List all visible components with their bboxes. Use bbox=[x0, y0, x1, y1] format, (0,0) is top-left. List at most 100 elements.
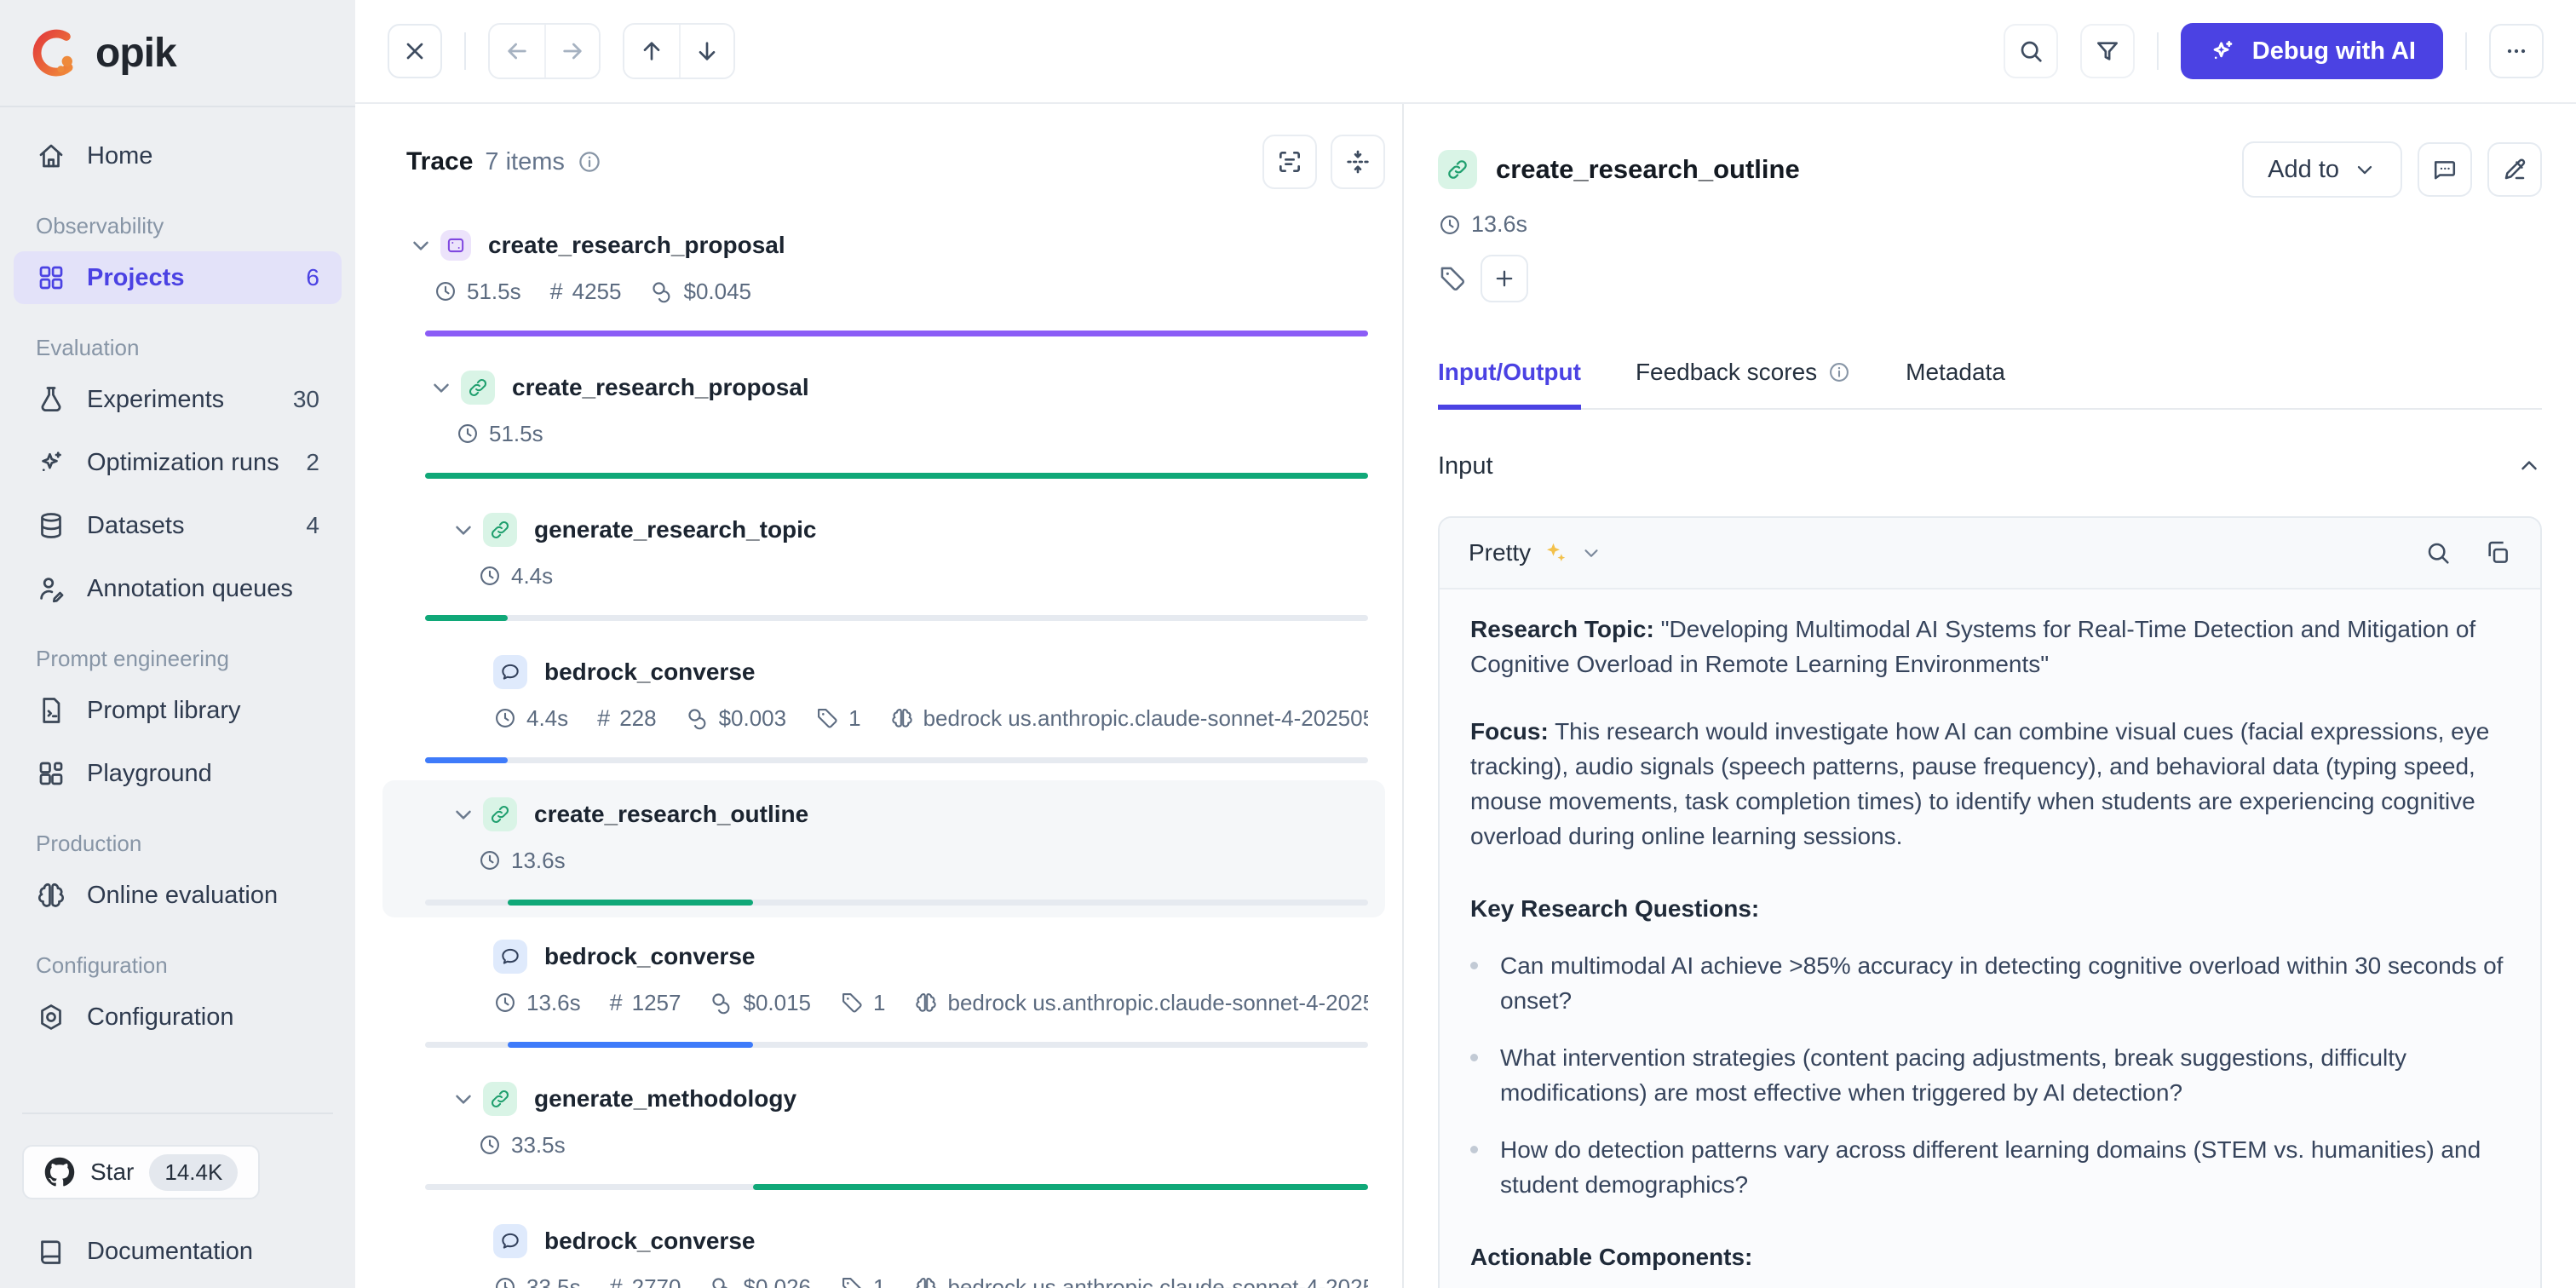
chevron-down-icon[interactable] bbox=[449, 800, 478, 829]
divider bbox=[22, 1113, 333, 1114]
span-title: create_research_outline bbox=[1496, 154, 1800, 185]
duration-chip: 51.5s bbox=[456, 421, 543, 447]
sidebar-item-playground[interactable]: Playground bbox=[14, 747, 342, 800]
hash-icon: # bbox=[597, 705, 610, 732]
tags-chip: 1 bbox=[840, 1274, 885, 1288]
clock-icon bbox=[478, 564, 502, 588]
llm-icon bbox=[493, 940, 527, 974]
expand-all-button[interactable] bbox=[1262, 135, 1317, 189]
sidebar-item-home[interactable]: Home bbox=[14, 129, 342, 182]
ellipsis-icon bbox=[2503, 37, 2530, 65]
tokens-chip: #4255 bbox=[550, 279, 622, 305]
clock-icon bbox=[478, 848, 502, 872]
add-to-button[interactable]: Add to bbox=[2242, 141, 2402, 198]
chevron-down-icon[interactable] bbox=[449, 515, 478, 544]
sidebar-item-prompt-library[interactable]: Prompt library bbox=[14, 684, 342, 737]
chevron-down-icon[interactable] bbox=[406, 231, 435, 260]
sidebar-item-online-evaluation[interactable]: Online evaluation bbox=[14, 869, 342, 922]
sidebar-item-projects[interactable]: Projects 6 bbox=[14, 251, 342, 304]
arrow-down-icon bbox=[693, 37, 721, 65]
app-logo[interactable]: opik bbox=[0, 0, 355, 107]
brain-icon bbox=[890, 706, 914, 730]
tag-icon bbox=[840, 991, 864, 1015]
tags-row bbox=[1438, 255, 2542, 302]
trace-tree-row[interactable]: generate_methodology 33.5s bbox=[382, 1065, 1385, 1202]
prev-span-button[interactable] bbox=[624, 25, 679, 78]
cost-chip: $0.003 bbox=[686, 705, 787, 732]
collapse-section-button[interactable] bbox=[2516, 453, 2542, 479]
trace-tree-row[interactable]: bedrock_converse 13.6s #1257 $0.015 1 be… bbox=[382, 923, 1385, 1060]
duration-track bbox=[425, 1184, 1368, 1190]
tab-metadata[interactable]: Metadata bbox=[1906, 359, 2005, 408]
coins-icon bbox=[650, 279, 674, 303]
search-icon[interactable] bbox=[2424, 539, 2452, 566]
trace-tree-row[interactable]: create_research_proposal 51.5s #4255 $0.… bbox=[382, 211, 1385, 348]
clock-icon bbox=[434, 279, 457, 303]
trace-tree-row[interactable]: bedrock_converse 33.5s #2770 $0.026 1 be… bbox=[382, 1207, 1385, 1288]
collapse-all-button[interactable] bbox=[1331, 135, 1385, 189]
edit-button[interactable] bbox=[2487, 142, 2542, 197]
sidebar-item-configuration[interactable]: Configuration bbox=[14, 991, 342, 1044]
more-actions-button[interactable] bbox=[2489, 24, 2544, 78]
comment-button[interactable] bbox=[2418, 142, 2472, 197]
tokens-chip: #228 bbox=[597, 705, 656, 732]
trace-tree-row-selected[interactable]: create_research_outline 13.6s bbox=[382, 780, 1385, 917]
next-span-button[interactable] bbox=[679, 25, 733, 78]
duration-chip: 4.4s bbox=[493, 705, 568, 732]
copy-icon[interactable] bbox=[2484, 539, 2511, 566]
duration-chip: 13.6s bbox=[478, 848, 566, 874]
trace-tree-row[interactable]: bedrock_converse 4.4s #228 $0.003 1 bedr… bbox=[382, 638, 1385, 775]
coins-icon bbox=[710, 991, 733, 1015]
app-logo-text: opik bbox=[95, 30, 176, 77]
trace-tree-row[interactable]: create_research_proposal 51.5s bbox=[382, 354, 1385, 491]
trace-toolbar: Debug with AI bbox=[355, 0, 2576, 104]
tab-feedback-scores[interactable]: Feedback scores bbox=[1636, 359, 1851, 408]
filter-button[interactable] bbox=[2080, 24, 2135, 78]
trace-tree-row[interactable]: generate_research_topic 4.4s bbox=[382, 496, 1385, 633]
clock-icon bbox=[493, 1275, 517, 1288]
book-icon bbox=[36, 1236, 66, 1267]
span-duration: 13.6s bbox=[1438, 211, 2542, 241]
sidebar-item-label: Playground bbox=[87, 760, 212, 788]
tags-chip: 1 bbox=[815, 705, 860, 732]
sidebar-item-documentation[interactable]: Documentation bbox=[14, 1225, 342, 1278]
settings-icon bbox=[36, 1002, 66, 1032]
chevron-down-icon[interactable] bbox=[449, 1084, 478, 1113]
close-icon bbox=[401, 37, 428, 65]
trace-tree-panel: Trace 7 items create_research_pr bbox=[355, 104, 1404, 1288]
search-button[interactable] bbox=[2004, 24, 2058, 78]
sidebar-item-annotation-queues[interactable]: Annotation queues bbox=[14, 562, 342, 615]
sparkles-icon bbox=[2208, 37, 2237, 66]
tab-input-output[interactable]: Input/Output bbox=[1438, 359, 1581, 410]
github-star-button[interactable]: Star 14.4K bbox=[22, 1145, 260, 1199]
add-tag-button[interactable] bbox=[1481, 255, 1528, 302]
debug-with-ai-button[interactable]: Debug with AI bbox=[2181, 23, 2443, 79]
focus-paragraph: Focus: This research would investigate h… bbox=[1470, 714, 2510, 854]
sidebar-item-optimization-runs[interactable]: Optimization runs 2 bbox=[14, 436, 342, 489]
trace-icon bbox=[440, 230, 471, 261]
sidebar-section-configuration: Configuration bbox=[36, 952, 319, 979]
prev-trace-button[interactable] bbox=[490, 25, 544, 78]
actionable-heading: Actionable Components: bbox=[1470, 1239, 2510, 1274]
sidebar: opik Home Observability Projects 6 Evalu… bbox=[0, 0, 355, 1288]
brain-icon bbox=[914, 991, 938, 1015]
view-mode-select[interactable]: Pretty bbox=[1469, 539, 1602, 566]
next-trace-button[interactable] bbox=[544, 25, 599, 78]
duration-track bbox=[425, 331, 1368, 336]
sidebar-item-datasets[interactable]: Datasets 4 bbox=[14, 499, 342, 552]
search-icon bbox=[2017, 37, 2044, 65]
sidebar-item-count: 6 bbox=[306, 264, 319, 291]
expand-all-icon bbox=[1276, 148, 1303, 175]
brain-icon bbox=[914, 1275, 938, 1288]
tree-items-count: 7 items bbox=[485, 148, 564, 176]
duration-chip: 4.4s bbox=[478, 563, 553, 589]
duration-chip: 13.6s bbox=[493, 990, 581, 1016]
blocks-icon bbox=[36, 758, 66, 789]
clock-icon bbox=[478, 1133, 502, 1157]
close-button[interactable] bbox=[388, 24, 442, 78]
collapse-all-icon bbox=[1344, 148, 1371, 175]
sidebar-footer: Star 14.4K Documentation bbox=[0, 1113, 355, 1288]
chevron-down-icon[interactable] bbox=[427, 373, 456, 402]
bullet-icon bbox=[1470, 1054, 1478, 1061]
sidebar-item-experiments[interactable]: Experiments 30 bbox=[14, 373, 342, 426]
